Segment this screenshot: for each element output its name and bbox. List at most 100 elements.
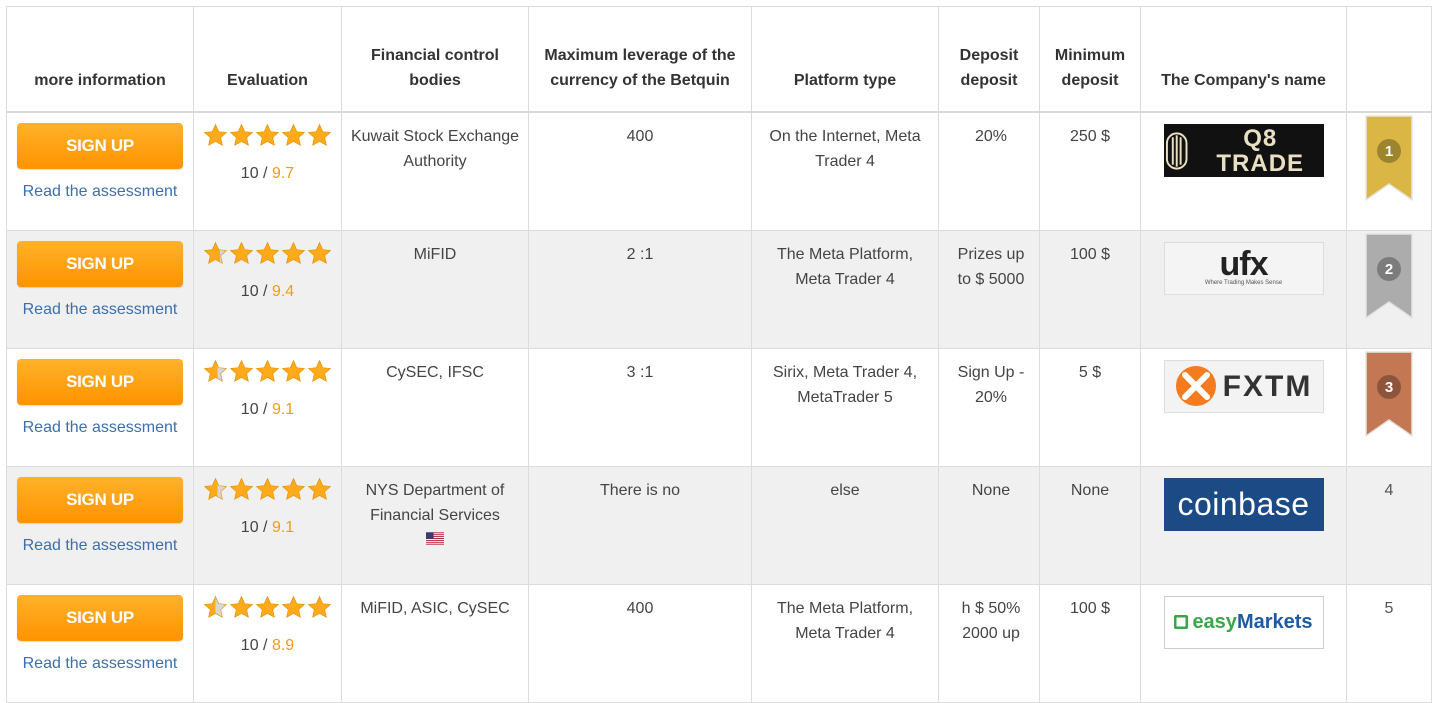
- score-max: 10: [240, 518, 259, 536]
- platform-text: The Meta Platform, Meta Trader 4: [776, 245, 914, 288]
- platform-cell: The Meta Platform, Meta Trader 4: [751, 583, 939, 703]
- rank-ribbon-icon: 2: [1365, 232, 1413, 319]
- evaluation-cell: 10 / 9.4: [193, 229, 342, 349]
- star-icon: [281, 123, 306, 146]
- company-logo-cell: ufx Where Trading Makes Sense: [1140, 229, 1347, 349]
- coinbase-logo[interactable]: coinbase: [1163, 477, 1324, 531]
- read-assessment-link[interactable]: Read the assessment: [7, 415, 193, 440]
- score-separator: /: [258, 282, 272, 300]
- more-info-cell: SIGN UP Read the assessment: [6, 583, 194, 703]
- fxtm-logo[interactable]: FXTM: [1163, 359, 1324, 413]
- star-icon: [307, 359, 332, 382]
- leverage-cell: There is no: [528, 465, 752, 585]
- header-evaluation: Evaluation: [193, 6, 342, 113]
- company-logo-cell: easy Markets: [1140, 583, 1347, 703]
- star-icon: [307, 595, 332, 618]
- score-separator: /: [258, 518, 272, 536]
- sign-up-button[interactable]: SIGN UP: [17, 476, 183, 523]
- deposit-bonus-text: None: [971, 481, 1011, 499]
- financial-control-text: CySEC, IFSC: [386, 363, 484, 381]
- star-icon: [255, 477, 280, 500]
- score-separator: /: [258, 165, 272, 182]
- financial-control-text: Kuwait Stock Exchange Authority: [350, 128, 520, 170]
- read-assessment-link[interactable]: Read the assessment: [7, 533, 193, 558]
- platform-text: On the Internet, Meta Trader 4: [769, 128, 921, 170]
- star-icon: [281, 241, 306, 264]
- header-platform-type: Platform type: [751, 6, 939, 113]
- star-icon: [203, 123, 228, 146]
- ufx-logo[interactable]: ufx Where Trading Makes Sense: [1163, 241, 1324, 295]
- rank-cell: 4: [1346, 465, 1432, 585]
- star-icon: [203, 359, 228, 382]
- rank-number: 1: [1385, 143, 1393, 160]
- rank-number: 4: [1384, 481, 1394, 499]
- header-minimum-deposit: Minimum deposit: [1039, 6, 1141, 113]
- score-value: 9.4: [271, 282, 295, 300]
- leverage-cell: 400: [528, 583, 752, 703]
- score-text: 10 / 9.1: [194, 397, 341, 422]
- sign-up-button[interactable]: SIGN UP: [17, 123, 183, 169]
- platform-cell: else: [751, 465, 939, 585]
- min-deposit-cell: None: [1039, 465, 1141, 585]
- logo-text: ufx: [1219, 245, 1269, 283]
- rank-number: 3: [1385, 379, 1393, 396]
- star-icon: [307, 241, 332, 264]
- table-row: SIGN UP Read the assessment 10 / 9.4 MiF…: [6, 229, 1432, 349]
- sign-up-button[interactable]: SIGN UP: [17, 358, 183, 405]
- financial-control-text: MiFID, ASIC, CySEC: [360, 599, 510, 617]
- company-logo-cell: FXTM: [1140, 347, 1347, 467]
- score-max: 10: [240, 400, 259, 418]
- star-icon: [229, 241, 254, 264]
- star-icon: [229, 477, 254, 500]
- score-value: 8.9: [271, 636, 295, 654]
- platform-cell: The Meta Platform, Meta Trader 4: [751, 229, 939, 349]
- deposit-bonus-text: h $ 50% 2000 up: [961, 599, 1021, 642]
- sign-up-button[interactable]: SIGN UP: [17, 240, 183, 287]
- sign-up-button[interactable]: SIGN UP: [17, 594, 183, 641]
- header-max-leverage: Maximum leverage of the currency of the …: [528, 6, 752, 113]
- financial-control-text: MiFID: [413, 245, 457, 263]
- score-separator: /: [258, 400, 272, 418]
- rank-ribbon-icon: 3: [1365, 350, 1413, 437]
- score-value: 9.1: [271, 518, 295, 536]
- rank-number: 2: [1385, 261, 1393, 278]
- star-rating: [194, 359, 341, 385]
- company-logo-cell: coinbase: [1140, 465, 1347, 585]
- star-icon: [229, 359, 254, 382]
- more-info-cell: SIGN UP Read the assessment: [6, 465, 194, 585]
- leverage-text: 2 :1: [626, 245, 654, 263]
- platform-text: The Meta Platform, Meta Trader 4: [776, 599, 914, 642]
- rank-cell: 1: [1346, 111, 1432, 231]
- q8-trade-logo[interactable]: Q8 TRADE: [1163, 124, 1324, 177]
- platform-cell: Sirix, Meta Trader 4, MetaTrader 5: [751, 347, 939, 467]
- leverage-cell: 3 :1: [528, 347, 752, 467]
- financial-control-cell: NYS Department of Financial Services: [341, 465, 529, 585]
- evaluation-cell: 10 / 9.1: [193, 465, 342, 585]
- us-flag-icon: [426, 531, 444, 545]
- easymarkets-logo[interactable]: easy Markets: [1163, 595, 1324, 649]
- deposit-bonus-cell: h $ 50% 2000 up: [938, 583, 1040, 703]
- rank-cell: 5: [1346, 583, 1432, 703]
- deposit-bonus-text: Prizes up to $ 5000: [957, 245, 1025, 288]
- table-row: SIGN UP Read the assessment 10 / 8.9 MiF…: [6, 583, 1432, 703]
- star-rating: [194, 595, 341, 621]
- table-row: SIGN UP Read the assessment 10 / 9.1 NYS…: [6, 465, 1432, 585]
- logo-text: FXTM: [1222, 369, 1313, 403]
- star-rating: [194, 477, 341, 503]
- header-deposit-deposit: Deposit deposit: [938, 6, 1040, 113]
- star-icon: [203, 595, 228, 618]
- leverage-text: 400: [626, 599, 654, 617]
- evaluation-cell: 10 / 9.7: [193, 111, 342, 231]
- star-icon: [281, 477, 306, 500]
- score-separator: /: [258, 636, 272, 654]
- score-text: 10 / 9.4: [194, 279, 341, 304]
- score-max: 10: [240, 636, 259, 654]
- star-icon: [203, 241, 228, 264]
- read-assessment-link[interactable]: Read the assessment: [7, 179, 193, 204]
- logo-text-a: easy: [1192, 610, 1237, 633]
- rank-cell: 3: [1346, 347, 1432, 467]
- star-icon: [255, 595, 280, 618]
- evaluation-cell: 10 / 8.9: [193, 583, 342, 703]
- read-assessment-link[interactable]: Read the assessment: [7, 651, 193, 676]
- read-assessment-link[interactable]: Read the assessment: [7, 297, 193, 322]
